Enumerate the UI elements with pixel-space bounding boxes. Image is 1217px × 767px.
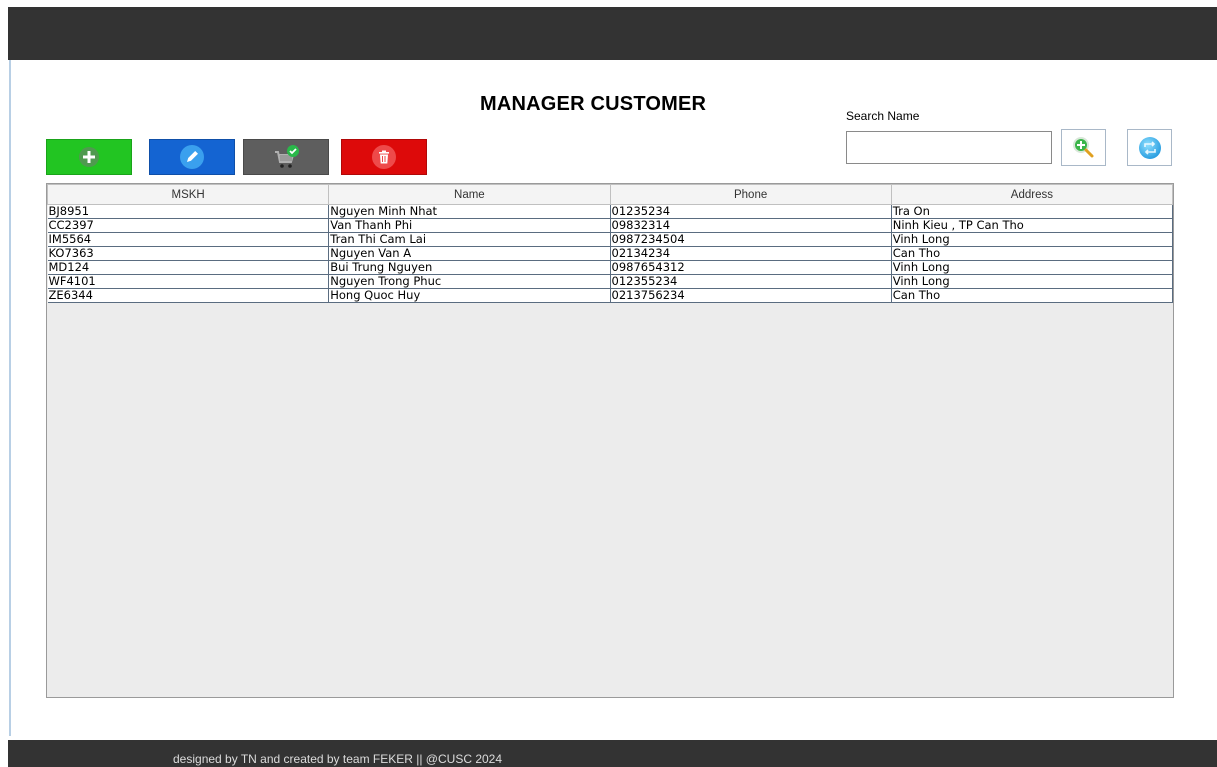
delete-button[interactable] (341, 139, 427, 175)
table-cell-name[interactable]: Van Thanh Phi (328, 218, 611, 233)
table-cell-address[interactable]: Can Tho (891, 288, 1174, 303)
table-row[interactable]: BJ8951 Nguyen Minh Nhat 01235234 Tra On (47, 204, 1174, 219)
table-cell-phone[interactable]: 0987654312 (610, 260, 892, 275)
pencil-icon (180, 145, 204, 169)
table-row[interactable]: MD124 Bui Trung Nguyen 0987654312 Vinh Long (47, 260, 1174, 275)
footer-credit: designed by TN and created by team FEKER… (173, 752, 503, 766)
table-row[interactable]: KO7363 Nguyen Van A 02134234 Can Tho (47, 246, 1174, 261)
table-cell-mskh[interactable]: MD124 (47, 260, 330, 275)
column-header-address[interactable]: Address (890, 184, 1174, 205)
search-button[interactable] (1061, 129, 1106, 166)
edit-button[interactable] (149, 139, 235, 175)
table-cell-name[interactable]: Nguyen Minh Nhat (328, 204, 611, 219)
table-cell-name[interactable]: Nguyen Van A (328, 246, 611, 261)
search-input[interactable] (846, 131, 1052, 164)
add-button[interactable] (46, 139, 132, 175)
table-cell-name[interactable]: Hong Quoc Huy (328, 288, 611, 303)
cart-button[interactable] (243, 139, 329, 175)
table-cell-name[interactable]: Nguyen Trong Phuc (328, 274, 611, 289)
customer-table-panel: MSKH Name Phone Address BJ8951 Nguyen Minh N… (46, 183, 1174, 698)
column-header-name[interactable]: Name (328, 184, 611, 205)
table-cell-mskh[interactable]: ZE6344 (47, 288, 330, 303)
table-row[interactable]: CC2397 Van Thanh Phi 09832314 Ninh Kieu , T… (47, 218, 1174, 233)
refresh-button[interactable] (1127, 129, 1172, 166)
table-cell-mskh[interactable]: BJ8951 (47, 204, 330, 219)
table-cell-mskh[interactable]: CC2397 (47, 218, 330, 233)
table-cell-phone[interactable]: 01235234 (610, 204, 892, 219)
table-cell-address[interactable]: Vinh Long (891, 274, 1174, 289)
table-cell-name[interactable]: Bui Trung Nguyen (328, 260, 611, 275)
table-cell-address[interactable]: Can Tho (891, 246, 1174, 261)
cart-check-icon (275, 145, 299, 168)
table-row[interactable]: ZE6344 Hong Quoc Huy 0213756234 Can Tho (47, 288, 1174, 303)
table-cell-name[interactable]: Tran Thi Cam Lai (328, 232, 611, 247)
search-add-icon (1072, 136, 1093, 157)
table-cell-phone[interactable]: 09832314 (610, 218, 892, 233)
table-cell-phone[interactable]: 0987234504 (610, 232, 892, 247)
table-cell-phone[interactable]: 0213756234 (610, 288, 892, 303)
table-body: BJ8951 Nguyen Minh Nhat 01235234 Tra On CC23… (47, 204, 1174, 303)
table-cell-address[interactable]: Tra On (891, 204, 1174, 219)
customer-table: MSKH Name Phone Address BJ8951 Nguyen Minh N… (46, 184, 1174, 303)
table-header-row: MSKH Name Phone Address (46, 184, 1174, 205)
table-cell-address[interactable]: Vinh Long (891, 260, 1174, 275)
trash-icon (372, 145, 396, 169)
table-cell-address[interactable]: Ninh Kieu , TP Can Tho (891, 218, 1174, 233)
search-label: Search Name (846, 109, 920, 123)
plus-icon (79, 147, 99, 167)
table-row[interactable]: IM5564 Tran Thi Cam Lai 0987234504 Vinh Lon… (47, 232, 1174, 247)
table-row[interactable]: WF4101 Nguyen Trong Phuc 012355234 Vinh Lon… (47, 274, 1174, 289)
top-header-bar (8, 7, 1217, 60)
refresh-icon (1138, 136, 1161, 159)
table-cell-mskh[interactable]: IM5564 (47, 232, 330, 247)
table-cell-phone[interactable]: 02134234 (610, 246, 892, 261)
table-cell-address[interactable]: Vinh Long (891, 232, 1174, 247)
table-cell-mskh[interactable]: WF4101 (47, 274, 330, 289)
table-cell-mskh[interactable]: KO7363 (47, 246, 330, 261)
table-cell-phone[interactable]: 012355234 (610, 274, 892, 289)
page-title: MANAGER CUSTOMER (480, 93, 707, 115)
footer-bar: designed by TN and created by team FEKER… (8, 740, 1217, 767)
column-header-phone[interactable]: Phone (609, 184, 892, 205)
column-header-mskh[interactable]: MSKH (46, 184, 330, 205)
